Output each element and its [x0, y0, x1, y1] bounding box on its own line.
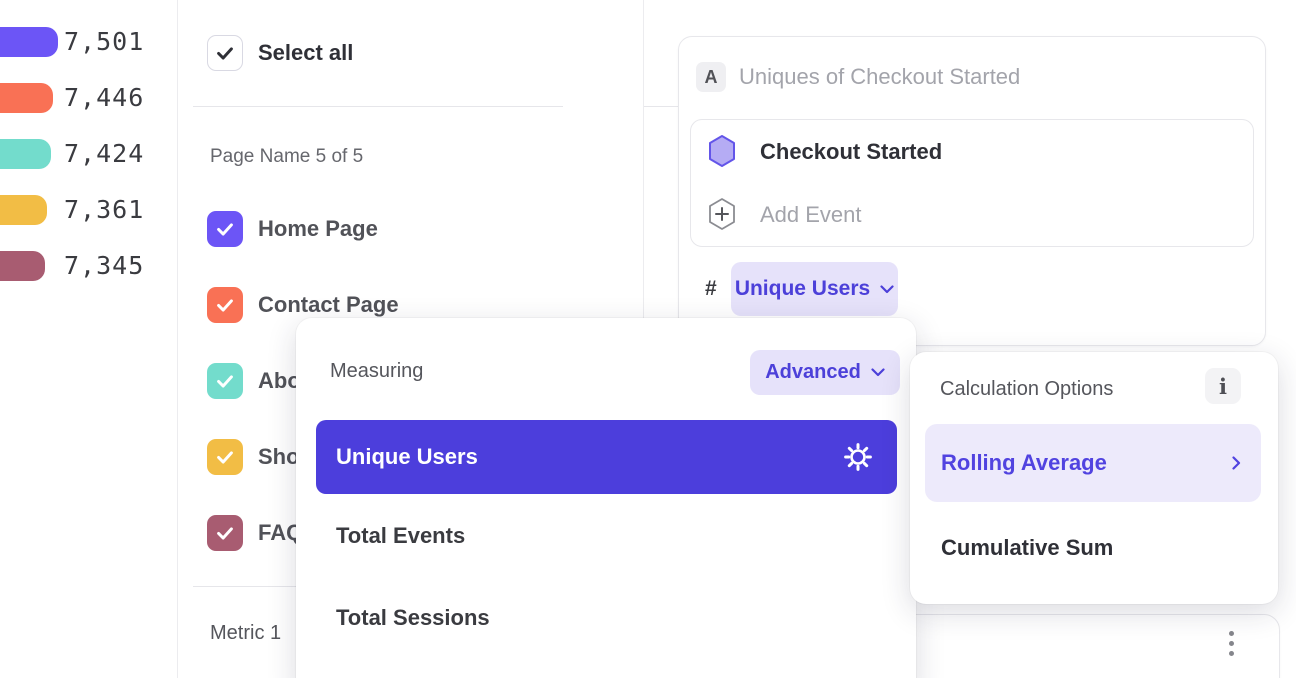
- metric-footer-label: Metric 1: [210, 622, 281, 645]
- add-event-icon[interactable]: [707, 196, 737, 232]
- page-checkbox-home[interactable]: [207, 211, 243, 247]
- chart-bar: [0, 139, 51, 169]
- advanced-label: Advanced: [765, 361, 861, 384]
- page-label[interactable]: Home Page: [258, 211, 378, 247]
- kebab-menu-icon[interactable]: [1225, 627, 1238, 660]
- chart-bar-value: 7,501: [64, 27, 144, 57]
- check-icon: [214, 42, 236, 64]
- page-checkbox-shop[interactable]: [207, 439, 243, 475]
- add-event-button[interactable]: Add Event: [760, 200, 862, 230]
- metric-badge: A: [696, 62, 726, 92]
- menu-item-total-events[interactable]: Total Events: [336, 516, 465, 556]
- measure-symbol: #: [705, 262, 717, 316]
- divider: [193, 106, 563, 107]
- measure-chip-label: Unique Users: [735, 277, 870, 301]
- check-icon: [214, 522, 236, 544]
- calculation-options-menu: Calculation Options i Rolling Average Cu…: [910, 352, 1278, 604]
- chevron-right-icon: [1232, 456, 1241, 470]
- event-name[interactable]: Checkout Started: [760, 137, 942, 167]
- chevron-down-icon: [880, 285, 894, 294]
- calc-options-title: Calculation Options: [940, 378, 1113, 401]
- app-canvas: 7,501 7,446 7,424 7,361 7,345 Select all…: [0, 0, 1296, 678]
- check-icon: [214, 218, 236, 240]
- measuring-title: Measuring: [330, 360, 423, 383]
- menu-item-total-sessions[interactable]: Total Sessions: [336, 598, 490, 638]
- menu-item-unique-users[interactable]: Unique Users: [316, 420, 897, 494]
- menu-item-rolling-average[interactable]: Rolling Average: [925, 424, 1261, 502]
- info-icon[interactable]: i: [1205, 368, 1241, 404]
- check-icon: [214, 370, 236, 392]
- measure-chip[interactable]: Unique Users: [731, 262, 898, 316]
- metric-query-card: A Uniques of Checkout Started Checkout S…: [678, 36, 1266, 346]
- check-icon: [214, 294, 236, 316]
- chart-bar: [0, 83, 53, 113]
- menu-item-label: Rolling Average: [941, 450, 1107, 476]
- menu-item-label: Unique Users: [336, 444, 478, 470]
- chart-bar: [0, 27, 58, 57]
- chart-bar-value: 7,345: [64, 251, 144, 281]
- event-hexagon-icon: [707, 133, 737, 169]
- panel-divider-left: [177, 0, 178, 678]
- page-checkbox-faq[interactable]: [207, 515, 243, 551]
- chevron-down-icon: [871, 368, 885, 377]
- chart-bar: [0, 195, 47, 225]
- select-all-label[interactable]: Select all: [258, 35, 353, 71]
- event-group-card: Checkout Started Add Event: [690, 119, 1254, 247]
- page-checkbox-about[interactable]: [207, 363, 243, 399]
- check-icon: [214, 446, 236, 468]
- select-all-checkbox[interactable]: [207, 35, 243, 71]
- chart-bar-value: 7,361: [64, 195, 144, 225]
- page-checkbox-contact[interactable]: [207, 287, 243, 323]
- group-label: Page Name 5 of 5: [210, 146, 363, 168]
- info-glyph: i: [1219, 374, 1227, 399]
- divider: [644, 106, 678, 107]
- gear-icon[interactable]: [843, 442, 873, 472]
- metric-name-input[interactable]: Uniques of Checkout Started: [739, 62, 1020, 92]
- chart-bar-value: 7,446: [64, 83, 144, 113]
- chart-bar-value: 7,424: [64, 139, 144, 169]
- advanced-mode-button[interactable]: Advanced: [750, 350, 900, 395]
- chart-bar: [0, 251, 45, 281]
- measuring-dropdown: Measuring Advanced Unique Users Total Ev…: [296, 318, 916, 678]
- menu-item-cumulative-sum[interactable]: Cumulative Sum: [941, 530, 1113, 566]
